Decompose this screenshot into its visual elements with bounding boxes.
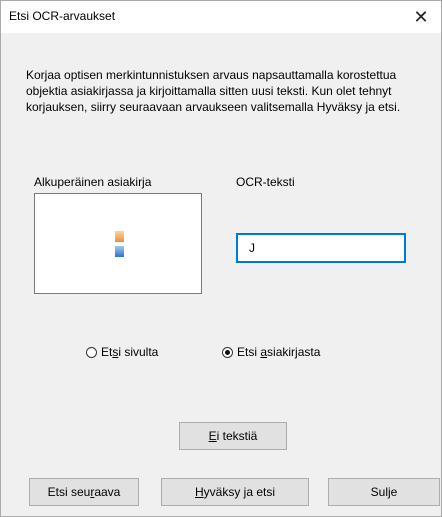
no-text-button[interactable]: Ei tekstiä — [179, 422, 287, 450]
ocr-text-label: OCR-teksti — [236, 175, 295, 189]
search-page-label: Etsi sivulta — [101, 345, 159, 359]
original-document-label: Alkuperäinen asiakirja — [34, 175, 152, 189]
accept-and-find-button[interactable]: Hyväksy ja etsi — [161, 478, 309, 506]
search-document-label: Etsi asiakirjasta — [237, 345, 321, 359]
radio-icon[interactable] — [86, 346, 97, 358]
document-preview[interactable] — [34, 193, 202, 294]
close-button[interactable]: Sul j e — [328, 478, 440, 506]
radio-icon[interactable] — [222, 346, 233, 358]
ocr-guesses-dialog: Etsi OCR-arvaukset ✕ Korjaa optisen merk… — [0, 0, 442, 517]
title-bar: Etsi OCR-arvaukset ✕ — [1, 1, 441, 33]
search-document-radio[interactable]: Etsi asiakirjasta — [222, 345, 320, 359]
find-next-button[interactable]: Etsi seu r aava — [29, 478, 139, 506]
close-icon[interactable]: ✕ — [401, 1, 441, 33]
search-page-radio[interactable]: Etsi sivulta — [86, 345, 158, 359]
highlighted-object-image[interactable] — [115, 231, 124, 257]
dialog-title: Etsi OCR-arvaukset — [9, 9, 116, 23]
ocr-text-input[interactable] — [236, 233, 406, 263]
instructions-text: Korjaa optisen merkintunnistuksen arvaus… — [26, 68, 401, 114]
